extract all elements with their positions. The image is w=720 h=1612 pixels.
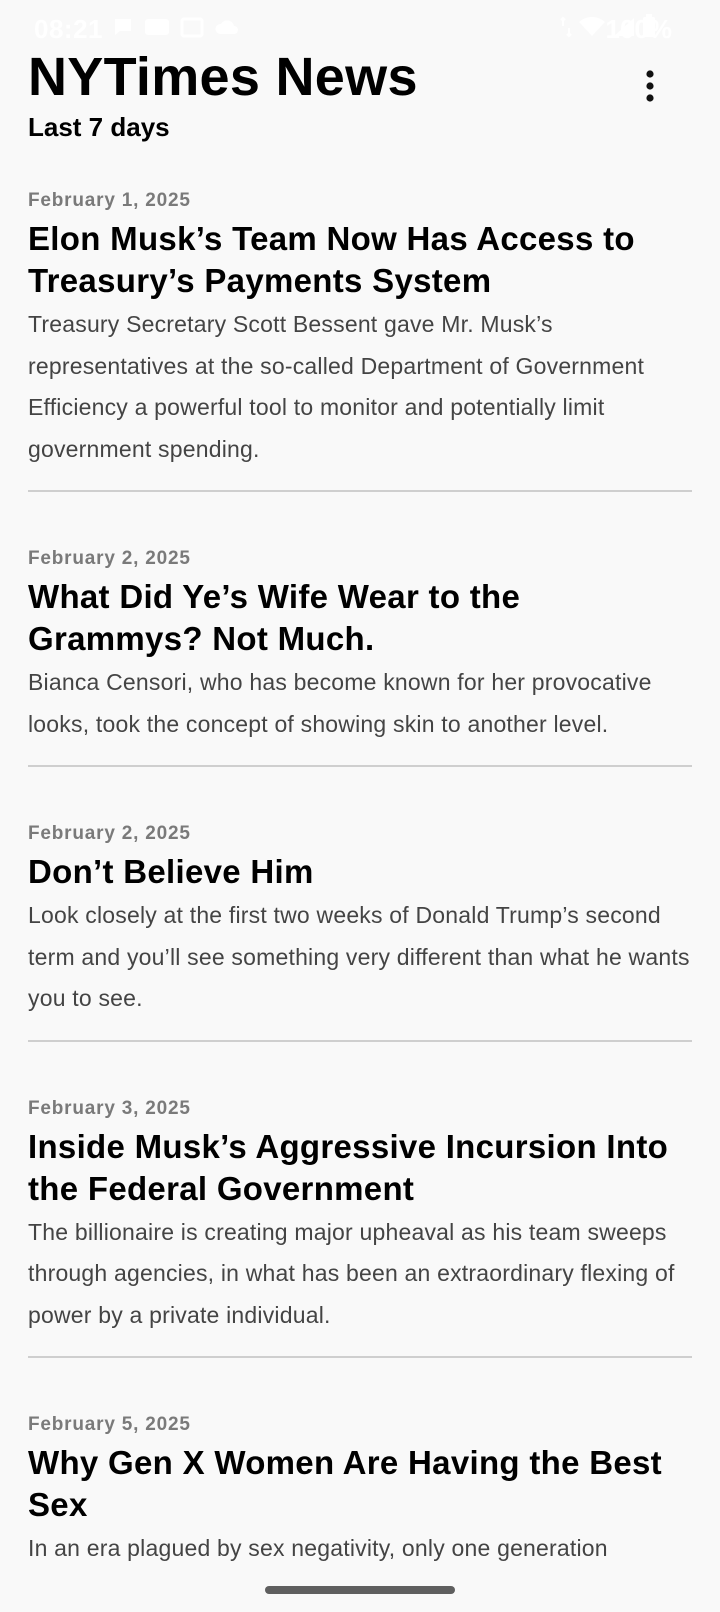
article-summary: Look closely at the first two weeks of D…	[28, 902, 690, 1011]
article-summary: Treasury Secretary Scott Bessent gave Mr…	[28, 311, 645, 462]
article-date: February 5, 2025	[28, 1414, 191, 1435]
chat-bubble-icon	[112, 16, 134, 38]
cloud-icon	[214, 16, 240, 38]
article-item[interactable]: February 1, 2025 Elon Musk’s Team Now Ha…	[28, 188, 692, 492]
calendar-icon	[180, 16, 204, 38]
wifi-icon	[578, 14, 606, 45]
article-item[interactable]: February 2, 2025 Don’t Believe Him Look …	[28, 821, 692, 1042]
more-options-button[interactable]	[630, 68, 670, 108]
article-summary: In an era plagued by sex negativity, onl…	[28, 1535, 608, 1561]
page-title: NYTimes News	[28, 47, 418, 107]
article-title: Inside Musk’s Aggressive Incursion Into …	[28, 1127, 669, 1207]
battery-percentage: 100%	[605, 14, 673, 44]
more-vertical-icon	[645, 69, 655, 107]
status-time: 08:21	[34, 14, 103, 44]
article-summary: The billionaire is creating major upheav…	[28, 1218, 675, 1328]
article-title: Elon Musk’s Team Now Has Access to Treas…	[28, 220, 635, 299]
data-arrows-icon	[560, 14, 572, 45]
home-indicator[interactable]	[265, 1586, 455, 1594]
article-title: What Did Ye’s Wife Wear to the Grammys? …	[28, 578, 521, 657]
article-item[interactable]: February 3, 2025 Inside Musk’s Aggressiv…	[28, 1096, 692, 1358]
article-item[interactable]: February 5, 2025 Why Gen X Women Are Hav…	[28, 1412, 692, 1590]
page-subtitle: Last 7 days	[28, 112, 170, 142]
article-item[interactable]: February 2, 2025 What Did Ye’s Wife Wear…	[28, 546, 692, 767]
article-list: February 1, 2025 Elon Musk’s Team Now Ha…	[28, 188, 692, 1590]
article-date: February 3, 2025	[28, 1097, 191, 1119]
message-icon	[144, 16, 170, 38]
article-summary: Bianca Censori, who has become known for…	[28, 669, 652, 737]
article-date: February 2, 2025	[28, 823, 191, 844]
article-title: Why Gen X Women Are Having the Best Sex	[28, 1444, 662, 1523]
notification-icons	[112, 16, 240, 38]
article-date: February 1, 2025	[28, 190, 191, 211]
app-header: NYTimes News Last 7 days	[28, 44, 692, 144]
article-date: February 2, 2025	[28, 548, 191, 569]
article-title: Don’t Believe Him	[28, 853, 314, 890]
